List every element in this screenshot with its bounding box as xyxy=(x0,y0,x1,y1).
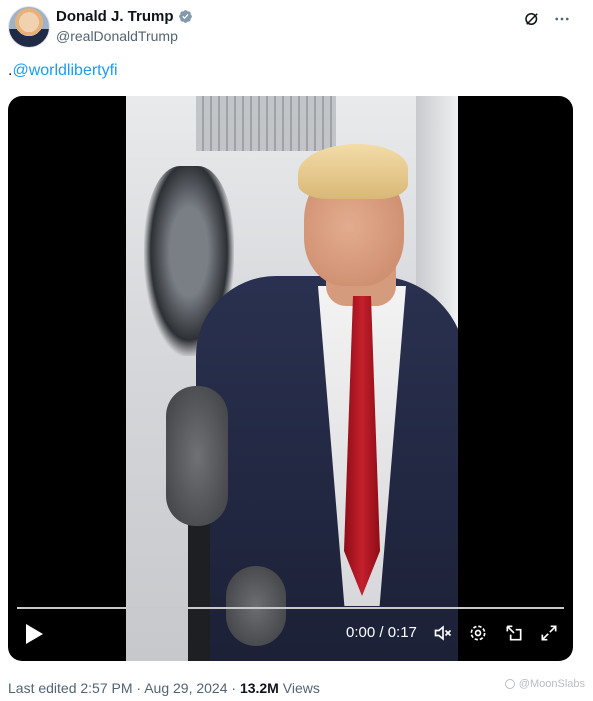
grok-icon[interactable] xyxy=(523,10,541,28)
more-icon[interactable] xyxy=(553,10,571,28)
watermark: @MoonSlabs xyxy=(504,678,585,690)
author-name[interactable]: Donald J. Trump xyxy=(56,8,174,25)
settings-icon[interactable] xyxy=(468,623,488,643)
video-progress-bar[interactable] xyxy=(17,607,564,609)
tweet-footer: Last edited 2:57 PM · Aug 29, 2024 · 13.… xyxy=(8,680,320,696)
video-time: 0:00 / 0:17 xyxy=(346,624,417,641)
person-hair xyxy=(298,144,408,199)
video-frame[interactable] xyxy=(126,96,458,661)
author-name-row: Donald J. Trump xyxy=(56,8,193,25)
avatar[interactable] xyxy=(8,6,50,48)
views-label: Views xyxy=(278,680,320,696)
verified-badge-icon[interactable] xyxy=(178,9,193,24)
watermark-icon xyxy=(504,679,515,689)
pip-icon[interactable] xyxy=(504,623,524,643)
video-player[interactable]: 0:00 / 0:17 xyxy=(8,96,573,661)
video-controls: 0:00 / 0:17 xyxy=(8,611,573,661)
tweet-text: .@worldlibertyfi xyxy=(8,62,118,80)
tweet-header: Donald J. Trump @realDonaldTrump xyxy=(8,6,585,50)
fullscreen-icon[interactable] xyxy=(539,623,559,643)
microphone xyxy=(166,386,228,526)
mention-link[interactable]: @worldlibertyfi xyxy=(12,62,117,79)
edited-timestamp[interactable]: Last edited 2:57 PM · Aug 29, 2024 · xyxy=(8,680,240,696)
watermark-text: @MoonSlabs xyxy=(518,678,585,690)
background-window xyxy=(196,96,336,151)
views-count: 13.2M xyxy=(239,680,279,696)
play-icon[interactable] xyxy=(24,623,44,645)
volume-icon[interactable] xyxy=(433,623,453,643)
author-handle[interactable]: @realDonaldTrump xyxy=(56,28,178,44)
